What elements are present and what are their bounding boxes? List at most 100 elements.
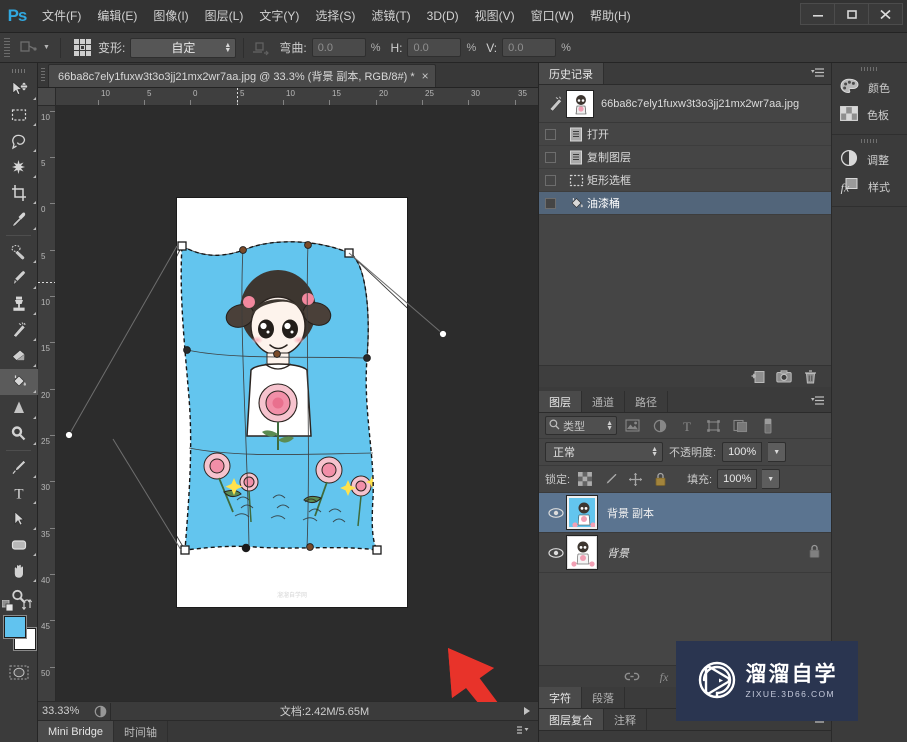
paint-bucket-tool[interactable] [0,369,38,395]
magic-wand-tool[interactable] [0,154,38,180]
rail-item-adjustments[interactable]: 调整 [832,146,907,173]
menu-edit[interactable]: 编辑(E) [89,0,145,33]
menu-window[interactable]: 窗口(W) [523,0,582,33]
new-snapshot-icon[interactable] [771,370,797,383]
history-state-duplicate-layer[interactable]: 复制图层 [539,146,831,169]
menu-3d[interactable]: 3D(D) [419,0,467,33]
new-document-from-state-icon[interactable] [745,370,771,384]
toolbar-grip[interactable] [0,66,37,76]
tabstrip-grip[interactable] [38,63,48,87]
fill-input[interactable]: 100% [717,469,758,489]
layer-visibility-eye-icon[interactable] [545,507,567,519]
brush-tool[interactable] [0,265,38,291]
lock-position-icon[interactable] [625,470,645,488]
h-input[interactable]: 0.0 [407,38,462,57]
tab-mini-bridge[interactable]: Mini Bridge [38,721,115,742]
rail-item-styles[interactable]: fx 样式 [832,173,907,200]
history-panel-menu-icon[interactable] [811,67,825,81]
blur-tool[interactable] [0,395,38,421]
history-snapshot-checkbox[interactable] [545,151,556,163]
type-tool[interactable]: T [0,480,38,506]
menu-view[interactable]: 视图(V) [467,0,523,33]
tool-preset-chevron-icon[interactable]: ▼ [40,37,53,59]
close-button[interactable] [868,3,903,25]
minimize-button[interactable] [800,3,835,25]
maximize-button[interactable] [834,3,869,25]
history-snapshot-checkbox[interactable] [545,174,556,186]
history-snapshot-checkbox[interactable] [545,197,556,209]
filter-toggle-icon[interactable] [756,416,779,436]
bottom-panel-menu-icon[interactable] [517,725,530,739]
artboard[interactable]: 溜溜自学网 [88,198,440,607]
tab-notes[interactable]: 注释 [604,709,647,730]
clone-stamp-tool[interactable] [0,291,38,317]
history-state-paint-bucket[interactable]: 油漆桶 [539,192,831,215]
swap-colors-icon[interactable] [21,599,34,612]
lock-transparent-pixels-icon[interactable] [575,470,595,488]
tab-layer-comps[interactable]: 图层复合 [539,709,604,730]
canvas-area[interactable]: 溜溜自学网 [56,106,538,702]
history-brush-tool[interactable] [0,317,38,343]
history-state-rect-marquee[interactable]: 矩形选框 [539,169,831,192]
delete-icon[interactable] [797,369,823,384]
eraser-tool[interactable] [0,343,38,369]
rail-item-swatches[interactable]: 色板 [832,101,907,128]
menu-file[interactable]: 文件(F) [34,0,89,33]
warp-style-select[interactable]: 自定 ▲ ▼ [130,37,237,58]
history-brush-source-icon[interactable] [545,96,567,112]
blend-mode-select[interactable]: 正常 ▲ ▼ [545,442,663,462]
zoom-level-field[interactable]: 33.33% [38,703,90,720]
move-tool[interactable] [0,76,38,102]
vertical-ruler[interactable]: 10 5 0 5 10 15 20 25 30 35 40 45 50 [38,106,56,702]
fill-chevron-down-icon[interactable]: ▼ [762,469,781,489]
rail-grip[interactable] [832,63,907,74]
bend-input[interactable]: 0.0 [311,38,366,57]
triangle-right-icon[interactable] [524,707,530,715]
pixel-filter-icon[interactable] [621,416,644,436]
layer-row-background-copy[interactable]: 背景 副本 [539,493,831,533]
dodge-tool[interactable] [0,421,38,447]
options-bar-grip[interactable] [4,37,10,58]
foreground-color-swatch[interactable] [4,616,26,638]
close-icon[interactable]: × [422,70,429,82]
horizontal-ruler[interactable]: 10 5 0 5 10 15 20 25 30 35 [56,88,538,106]
menu-filter[interactable]: 滤镜(T) [363,0,418,33]
layer-visibility-eye-icon[interactable] [545,547,567,559]
type-filter-icon[interactable]: T [675,416,698,436]
shape-filter-icon[interactable] [702,416,725,436]
pen-tool[interactable] [0,454,38,480]
layers-panel-menu-icon[interactable] [811,395,825,409]
opacity-chevron-down-icon[interactable]: ▼ [768,442,787,462]
document-tab[interactable]: 66ba8c7ely1fuxw3t3o3jj21mx2wr7aa.jpg @ 3… [48,64,436,87]
tab-paths[interactable]: 路径 [625,391,668,412]
layer-thumbnail[interactable] [567,536,597,569]
lock-all-icon[interactable] [650,470,670,488]
hand-tool[interactable] [0,558,38,584]
history-snapshot-checkbox[interactable] [545,128,556,140]
tab-layers[interactable]: 图层 [539,391,582,412]
tab-character[interactable]: 字符 [539,687,582,708]
tab-timeline[interactable]: 时间轴 [114,721,169,742]
history-state-open[interactable]: 打开 [539,123,831,146]
menu-help[interactable]: 帮助(H) [582,0,639,33]
rail-item-color[interactable]: 颜色 [832,74,907,101]
ruler-corner[interactable] [38,88,56,106]
menu-image[interactable]: 图像(I) [145,0,196,33]
quick-mask-toggle[interactable] [0,660,38,684]
adjustment-filter-icon[interactable] [648,416,671,436]
rectangular-marquee-tool[interactable] [0,102,38,128]
default-colors-icon[interactable] [1,599,14,612]
menu-select[interactable]: 选择(S) [307,0,363,33]
layer-row-background[interactable]: 背景 [539,533,831,573]
warp-orientation-icon[interactable] [251,39,271,57]
opacity-input[interactable]: 100% [722,442,763,462]
document-info[interactable]: 文档:2.42M/5.65M [110,702,538,720]
healing-brush-tool[interactable] [0,239,38,265]
layer-thumbnail[interactable] [567,496,597,529]
proof-colors-icon[interactable] [90,705,110,718]
tab-history[interactable]: 历史记录 [539,63,604,84]
tab-paragraph[interactable]: 段落 [582,687,625,708]
history-source-row[interactable]: 66ba8c7ely1fuxw3t3o3jj21mx2wr7aa.jpg [539,85,831,123]
layer-style-fx-icon[interactable]: fx [651,670,677,683]
menu-layer[interactable]: 图层(L) [197,0,252,33]
